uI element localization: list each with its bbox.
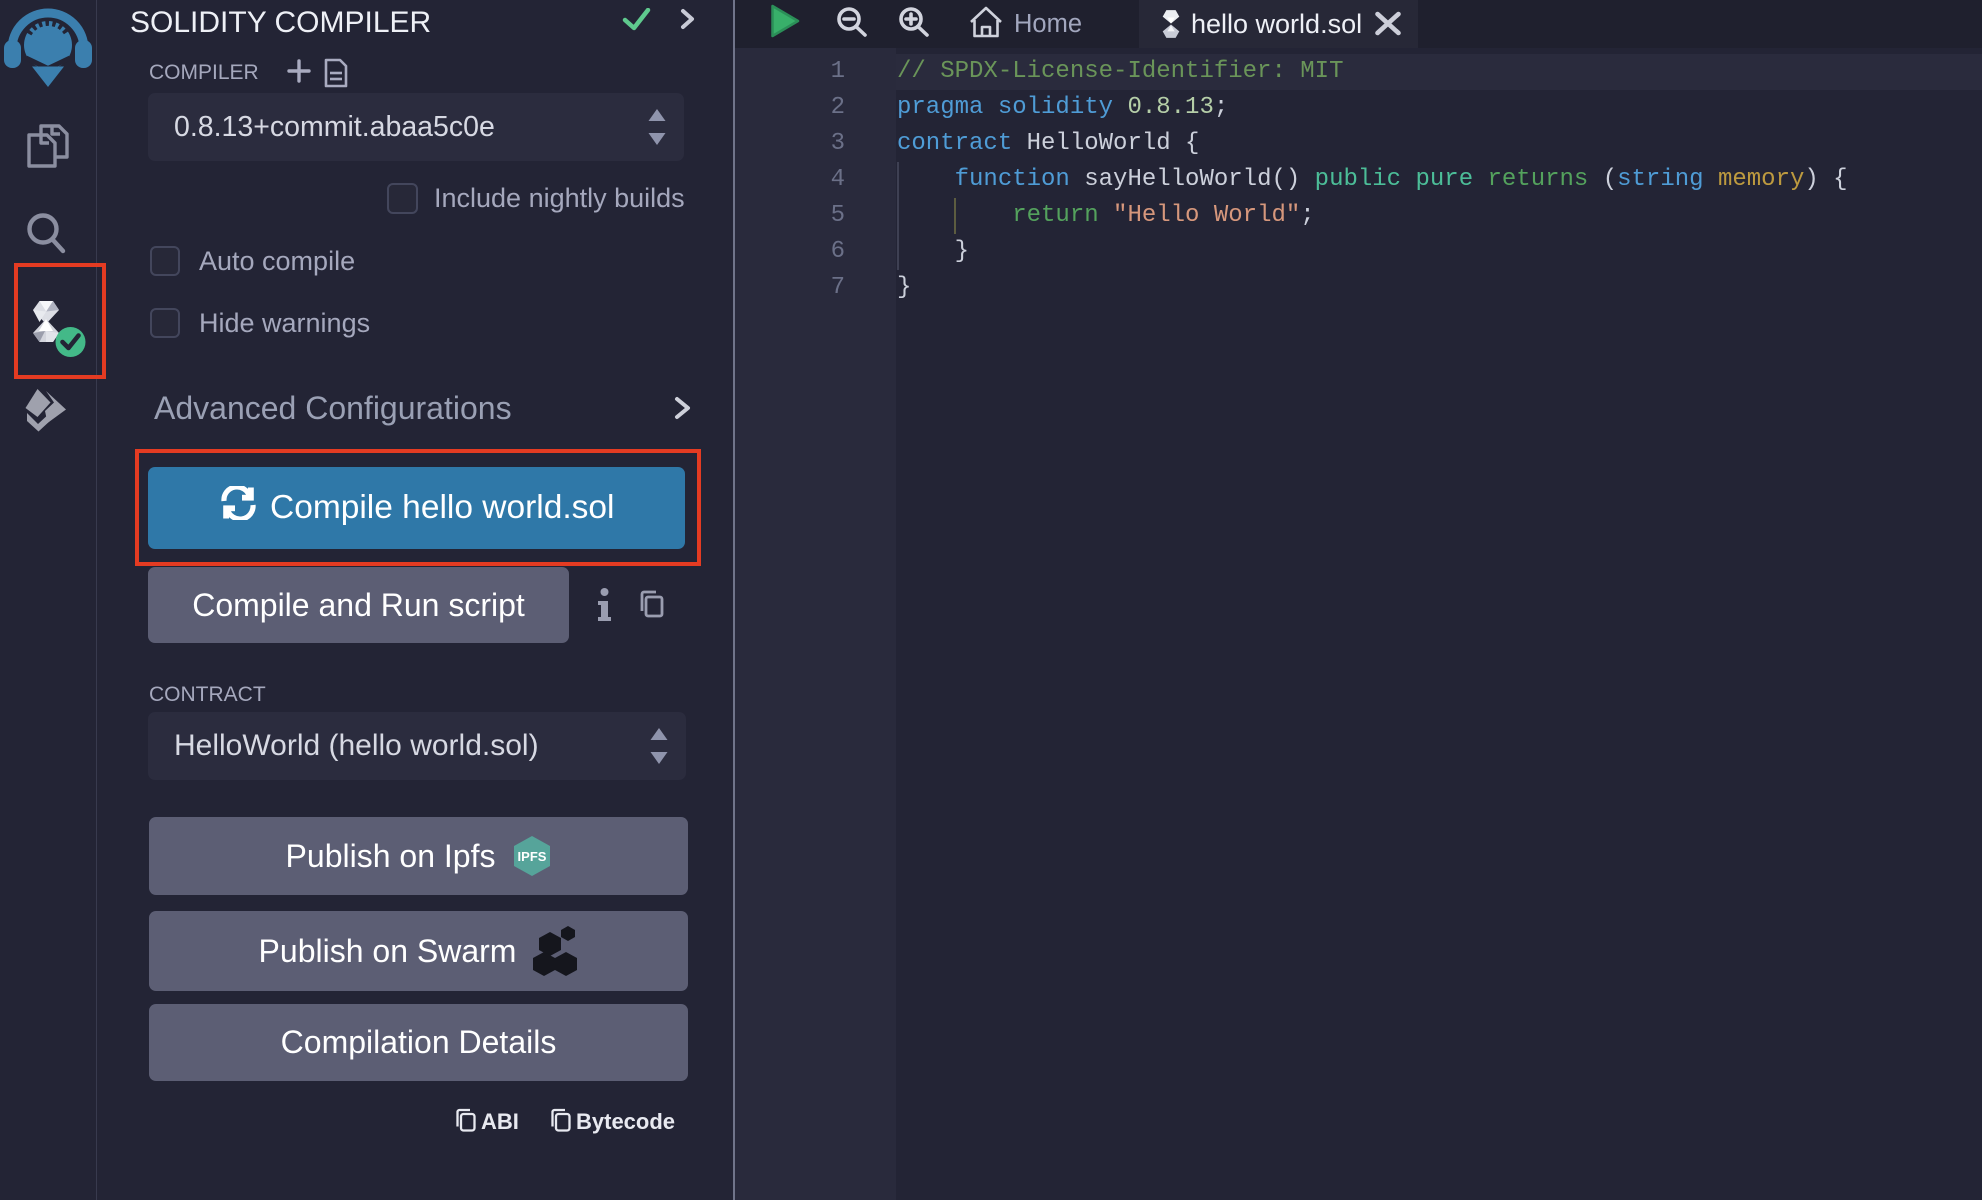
- svg-text:IPFS: IPFS: [518, 849, 547, 864]
